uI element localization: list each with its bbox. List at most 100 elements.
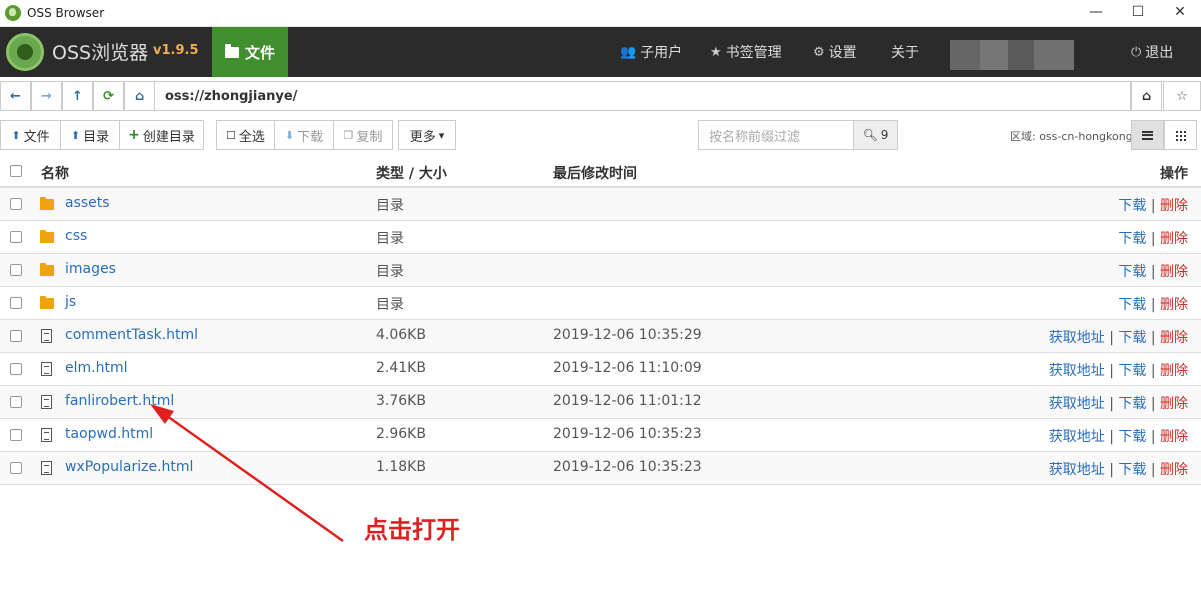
copy-label: 复制	[356, 129, 383, 145]
more-label: 更多	[409, 129, 436, 145]
table-row[interactable]: taopwd.html 2.96KB 2019-12-06 10:35:23 获取地址…	[0, 419, 1201, 452]
file-name-link[interactable]: elm.html	[65, 360, 127, 376]
table-row[interactable]: assets 目录 下载 | 删除	[0, 188, 1201, 221]
delete-link[interactable]: 删除	[1160, 462, 1188, 478]
upload-file-button[interactable]: ⬆ 文件	[0, 120, 61, 150]
delete-link[interactable]: 删除	[1160, 363, 1188, 379]
row-checkbox[interactable]	[10, 330, 22, 342]
row-checkbox[interactable]	[10, 429, 22, 441]
upload-dir-label: 目录	[83, 129, 110, 145]
folder-icon	[224, 43, 239, 58]
download-link[interactable]: 下载	[1118, 429, 1146, 445]
grid-view-button[interactable]	[1164, 120, 1197, 150]
path-input[interactable]: oss://zhongjianye/	[155, 81, 1131, 111]
row-checkbox[interactable]	[10, 297, 22, 309]
arrow-left-icon: ←	[10, 88, 21, 104]
download-link[interactable]: 下载	[1118, 462, 1146, 478]
file-name-link[interactable]: fanlirobert.html	[65, 393, 174, 409]
table-row[interactable]: fanlirobert.html 3.76KB 2019-12-06 11:01:1…	[0, 386, 1201, 419]
file-name-link[interactable]: assets	[65, 195, 110, 211]
forward-button[interactable]: →	[31, 81, 62, 111]
get-url-link[interactable]: 获取地址	[1049, 396, 1105, 412]
download-link[interactable]: 下载	[1118, 198, 1146, 214]
table-row[interactable]: commentTask.html 4.06KB 2019-12-06 10:35:2…	[0, 320, 1201, 353]
get-url-link[interactable]: 获取地址	[1049, 363, 1105, 379]
table-row[interactable]: css 目录 下载 | 删除	[0, 221, 1201, 254]
col-type-size[interactable]: 类型 / 大小	[376, 163, 447, 183]
row-actions: 获取地址 | 下载 | 删除	[1049, 459, 1188, 479]
file-name-link[interactable]: js	[65, 294, 76, 310]
delete-link[interactable]: 删除	[1160, 429, 1188, 445]
back-button[interactable]: ←	[0, 81, 31, 111]
redacted-account[interactable]	[950, 40, 980, 70]
refresh-button[interactable]: ⟳	[93, 81, 124, 111]
brand-title: OSS浏览器	[52, 42, 149, 64]
col-modified[interactable]: 最后修改时间	[553, 163, 637, 183]
nav-bookmarks[interactable]: ★ 书签管理	[710, 27, 782, 77]
file-name-link[interactable]: taopwd.html	[65, 426, 153, 442]
delete-link[interactable]: 删除	[1160, 396, 1188, 412]
bookmark-button[interactable]: ☆	[1163, 81, 1201, 111]
row-checkbox[interactable]	[10, 363, 22, 375]
type-size: 2.96KB	[376, 426, 426, 442]
filter-input[interactable]: 按名称前缀过滤	[698, 120, 854, 150]
logout-button[interactable]: ⏻ 退出	[1131, 27, 1173, 77]
download-link[interactable]: 下载	[1118, 231, 1146, 247]
arrow-up-icon: ↑	[72, 88, 83, 104]
file-icon	[41, 428, 52, 442]
maximize-button[interactable]: ☐	[1117, 0, 1159, 24]
row-checkbox[interactable]	[10, 462, 22, 474]
delete-link[interactable]: 删除	[1160, 297, 1188, 313]
set-home-button[interactable]: ⌂	[1131, 81, 1162, 111]
get-url-link[interactable]: 获取地址	[1049, 330, 1105, 346]
table-row[interactable]: images 目录 下载 | 删除	[0, 254, 1201, 287]
download-link[interactable]: 下载	[1118, 330, 1146, 346]
delete-link[interactable]: 删除	[1160, 264, 1188, 280]
select-all-button[interactable]: ☐ 全选	[216, 120, 275, 150]
more-dropdown[interactable]: 更多 ▾	[398, 120, 456, 150]
nav-settings[interactable]: ⚙ 设置	[813, 27, 857, 77]
row-checkbox[interactable]	[10, 264, 22, 276]
upload-dir-button[interactable]: ⬆ 目录	[60, 120, 120, 150]
upload-icon: ⬆	[11, 128, 21, 142]
nav-subusers[interactable]: 👥 子用户	[620, 27, 682, 77]
create-dir-button[interactable]: + 创建目录	[119, 120, 204, 150]
delete-link[interactable]: 删除	[1160, 330, 1188, 346]
select-all-checkbox[interactable]	[10, 165, 22, 177]
download-button[interactable]: ⬇ 下载	[274, 120, 334, 150]
row-checkbox[interactable]	[10, 396, 22, 408]
up-button[interactable]: ↑	[62, 81, 93, 111]
tab-files[interactable]: 文件	[212, 27, 288, 77]
file-icon	[41, 329, 52, 343]
row-checkbox[interactable]	[10, 231, 22, 243]
table-row[interactable]: elm.html 2.41KB 2019-12-06 11:10:09 获取地址 | …	[0, 353, 1201, 386]
home-button[interactable]: ⌂	[124, 81, 155, 111]
col-name[interactable]: 名称	[41, 163, 69, 183]
delete-link[interactable]: 删除	[1160, 198, 1188, 214]
type-size: 1.18KB	[376, 459, 426, 475]
nav-about[interactable]: 关于	[891, 27, 919, 77]
file-name-link[interactable]: images	[65, 261, 116, 277]
file-name-link[interactable]: wxPopularize.html	[65, 459, 193, 475]
table-row[interactable]: wxPopularize.html 1.18KB 2019-12-06 10:35:…	[0, 452, 1201, 485]
download-link[interactable]: 下载	[1118, 297, 1146, 313]
type-size: 3.76KB	[376, 393, 426, 409]
filter-search-button[interactable]: 🔍︎ 9	[853, 120, 898, 150]
download-link[interactable]: 下载	[1118, 396, 1146, 412]
table-row[interactable]: js 目录 下载 | 删除	[0, 287, 1201, 320]
file-name-link[interactable]: css	[65, 228, 87, 244]
arrow-right-icon: →	[41, 88, 52, 104]
get-url-link[interactable]: 获取地址	[1049, 462, 1105, 478]
list-view-button[interactable]	[1131, 120, 1164, 150]
row-checkbox[interactable]	[10, 198, 22, 210]
download-link[interactable]: 下载	[1118, 264, 1146, 280]
delete-link[interactable]: 删除	[1160, 231, 1188, 247]
file-name-link[interactable]: commentTask.html	[65, 327, 198, 343]
copy-button[interactable]: ❐ 复制	[333, 120, 393, 150]
modified-time: 2019-12-06 10:35:23	[553, 426, 702, 442]
close-button[interactable]: ✕	[1159, 0, 1201, 24]
get-url-link[interactable]: 获取地址	[1049, 429, 1105, 445]
caret-down-icon: ▾	[438, 128, 445, 142]
minimize-button[interactable]: —	[1075, 0, 1117, 24]
download-link[interactable]: 下载	[1118, 363, 1146, 379]
